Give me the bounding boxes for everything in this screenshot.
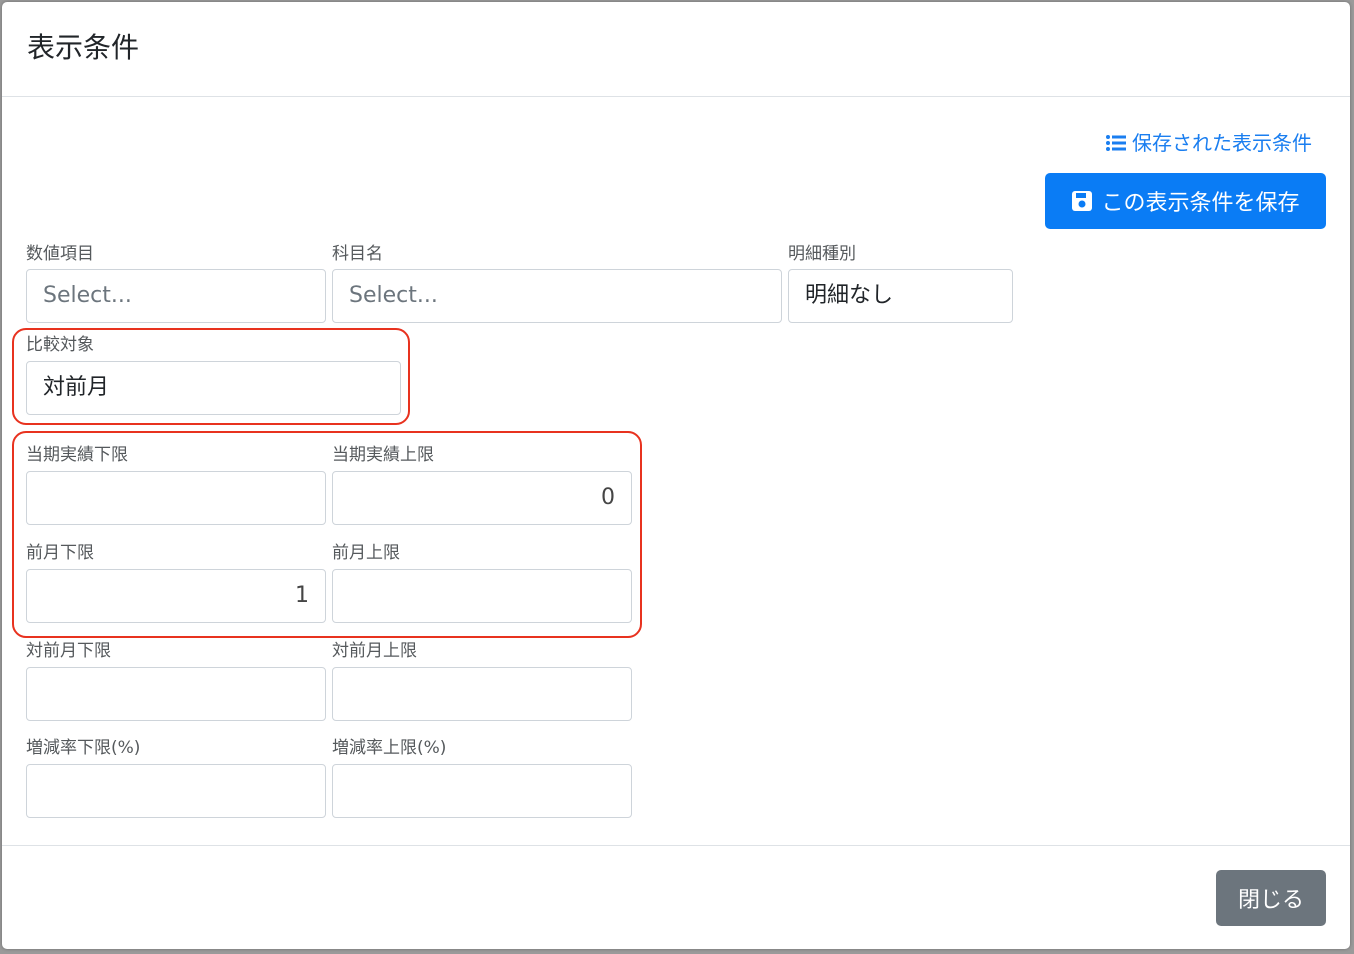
account-name-select[interactable]: Select... — [332, 269, 782, 323]
change-rate-upper-label: 増減率上限(%) — [332, 738, 447, 758]
prev-month-lower-label: 前月下限 — [26, 543, 94, 563]
vs-prev-month-upper-label: 対前月上限 — [332, 641, 417, 661]
saved-conditions-link[interactable]: 保存された表示条件 — [1106, 130, 1312, 156]
modal-title: 表示条件 — [27, 31, 140, 64]
modal-footer — [2, 845, 1350, 949]
detail-type-select[interactable]: 明細なし — [788, 269, 1013, 323]
current-actual-lower-label: 当期実績下限 — [26, 445, 128, 465]
save-conditions-button-label: この表示条件を保存 — [1101, 191, 1300, 216]
change-rate-lower-input[interactable] — [26, 764, 326, 818]
comparison-target-label: 比較対象 — [26, 335, 94, 355]
current-actual-upper-input[interactable]: 0 — [332, 471, 632, 525]
change-rate-upper-input[interactable] — [332, 764, 632, 818]
prev-month-lower-input[interactable]: 1 — [26, 569, 326, 623]
modal-header: 表示条件 — [2, 2, 1350, 97]
comparison-target-select[interactable]: 対前月 — [26, 361, 401, 415]
account-name-label: 科目名 — [332, 244, 383, 264]
numeric-item-select[interactable]: Select... — [26, 269, 326, 323]
vs-prev-month-lower-input[interactable] — [26, 667, 326, 721]
numeric-item-label: 数値項目 — [26, 244, 94, 264]
list-icon — [1106, 135, 1126, 151]
current-actual-lower-input[interactable] — [26, 471, 326, 525]
prev-month-upper-label: 前月上限 — [332, 543, 400, 563]
save-conditions-button[interactable]: この表示条件を保存 — [1045, 173, 1326, 229]
display-conditions-modal: 表示条件 保存された表示条件 この表示条件を保存 数値項目 Select... … — [2, 2, 1350, 949]
vs-prev-month-lower-label: 対前月下限 — [26, 641, 111, 661]
detail-type-label: 明細種別 — [788, 244, 856, 264]
saved-conditions-link-label: 保存された表示条件 — [1132, 131, 1312, 155]
vs-prev-month-upper-input[interactable] — [332, 667, 632, 721]
prev-month-upper-input[interactable] — [332, 569, 632, 623]
change-rate-lower-label: 増減率下限(%) — [26, 738, 141, 758]
close-button[interactable]: 閉じる — [1216, 870, 1326, 926]
floppy-disk-icon — [1072, 191, 1093, 211]
current-actual-upper-label: 当期実績上限 — [332, 445, 434, 465]
